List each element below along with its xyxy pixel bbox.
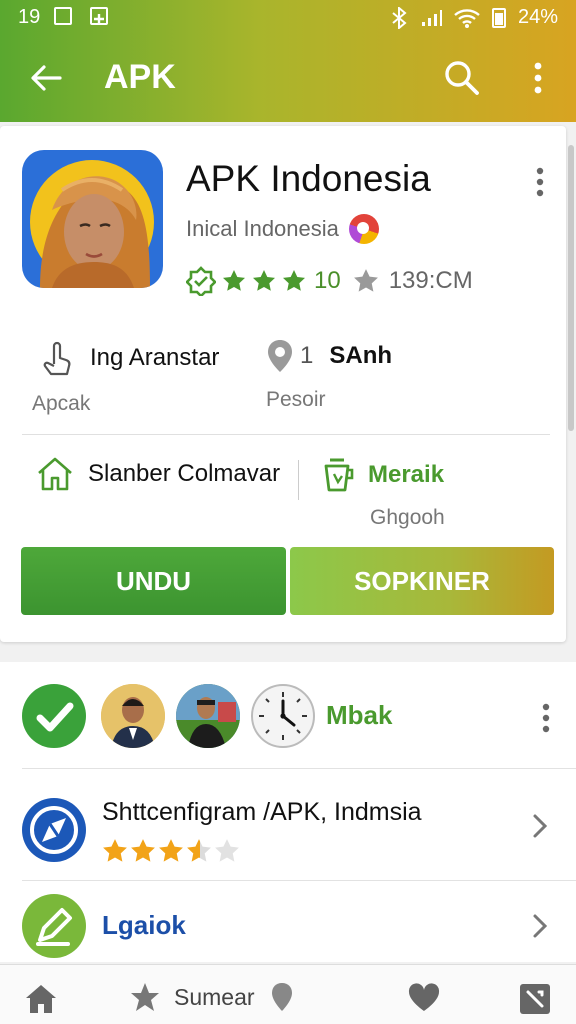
info-right-label: SAnh: [329, 342, 393, 369]
clock-icon: [251, 684, 315, 748]
bottom-navigation: Sumear: [0, 964, 576, 1024]
star-icon: [253, 270, 275, 291]
developer-name[interactable]: Inical Indonesia: [186, 216, 339, 242]
nav-item-center[interactable]: Sumear: [130, 981, 295, 1013]
row3-label: Lgaiok: [102, 910, 186, 940]
related-list: Mbak Shttcenfigram /APK, Indmsia Lgaiok: [0, 662, 576, 962]
touch-icon: [43, 341, 71, 376]
edit-icon: [22, 894, 86, 958]
scrollbar[interactable]: [568, 145, 574, 431]
divider: [22, 768, 576, 769]
avatar: [101, 684, 165, 748]
developer-row: Inical Indonesia: [186, 214, 379, 244]
developer-badge-icon: [348, 214, 379, 244]
arrow-back-icon[interactable]: [26, 58, 66, 98]
home-icon[interactable]: [24, 983, 58, 1015]
star-icon: [353, 269, 378, 292]
info-left-sub: Apcak: [32, 392, 91, 415]
download-button[interactable]: UNDU: [21, 547, 286, 615]
nav-center-label: Sumear: [174, 983, 255, 1010]
search-icon[interactable]: [442, 58, 482, 98]
info-right-sub: Pesoir: [266, 388, 326, 411]
star-icon: [223, 270, 245, 291]
info-cup-sub: Ghgooh: [370, 506, 445, 529]
info-cup-label: Meraik: [368, 461, 445, 488]
star-icon: [131, 839, 155, 862]
info-right-prefix: 1: [300, 342, 314, 369]
list-item[interactable]: Mbak: [0, 662, 576, 768]
status-time: 19: [18, 6, 41, 28]
star-icon: [215, 839, 239, 862]
row2-label: Shttcenfigram /APK, Indmsia: [102, 798, 422, 826]
check-icon: [22, 684, 86, 748]
chevron-right-icon[interactable]: [530, 812, 550, 840]
more-vert-icon[interactable]: [524, 58, 552, 98]
info-item-left: Ing Aranstar Apcak: [32, 338, 220, 416]
info-item-cup: Meraik Ghgooh: [322, 456, 445, 530]
bluetooth-icon: [392, 6, 407, 29]
notification-icon: [54, 7, 72, 25]
wrench-icon[interactable]: [519, 983, 551, 1015]
divider: [22, 880, 576, 881]
cup-icon: [324, 458, 354, 492]
battery-percent: 24%: [517, 6, 558, 28]
rating-value: 10: [314, 267, 341, 294]
vertical-divider: [298, 460, 299, 500]
info-left-label: Ing Aranstar: [90, 344, 220, 371]
list-item[interactable]: Shttcenfigram /APK, Indmsia: [0, 770, 576, 878]
verified-badge-icon: [186, 266, 216, 296]
top-app-bar: 19 24% APK: [0, 0, 576, 122]
home-icon: [38, 457, 72, 491]
star-icon: [187, 839, 211, 862]
app-size: 139:CM: [388, 267, 473, 294]
info-item-home: Slanber Colmavar: [36, 456, 280, 492]
battery-icon: [491, 7, 506, 28]
more-vert-icon[interactable]: [528, 162, 552, 202]
info-item-right: 1 SAnh Pesoir: [266, 338, 392, 412]
chevron-right-icon[interactable]: [530, 912, 550, 940]
app-bar: APK: [0, 40, 576, 116]
star-icon: [131, 983, 159, 1011]
divider: [22, 434, 550, 435]
star-icon: [283, 270, 305, 291]
add-notification-icon: [90, 7, 108, 25]
location-pin-icon: [268, 340, 292, 372]
signal-icon: [421, 9, 442, 26]
app-bar-title: APK: [104, 58, 176, 96]
location-pin-icon: [271, 983, 292, 1011]
avatar: [176, 684, 240, 748]
wifi-icon: [454, 8, 480, 28]
secondary-button[interactable]: SOPKINER: [290, 547, 554, 615]
star-icon: [103, 839, 127, 862]
info-home-label: Slanber Colmavar: [88, 460, 281, 487]
row2-rating: [102, 838, 240, 864]
rating-row: 10 139:CM: [186, 266, 473, 296]
compass-icon: [22, 798, 86, 862]
status-bar: 19 24%: [0, 0, 576, 36]
more-vert-icon[interactable]: [534, 698, 558, 738]
heart-icon[interactable]: [407, 983, 441, 1013]
star-icon: [159, 839, 183, 862]
status-icons: 24%: [390, 6, 558, 29]
row1-label: Mbak: [326, 700, 393, 730]
app-detail-card: APK Indonesia Inical Indonesia 10 139:CM…: [0, 126, 566, 642]
app-icon: [22, 150, 163, 288]
app-name: APK Indonesia: [186, 158, 431, 199]
